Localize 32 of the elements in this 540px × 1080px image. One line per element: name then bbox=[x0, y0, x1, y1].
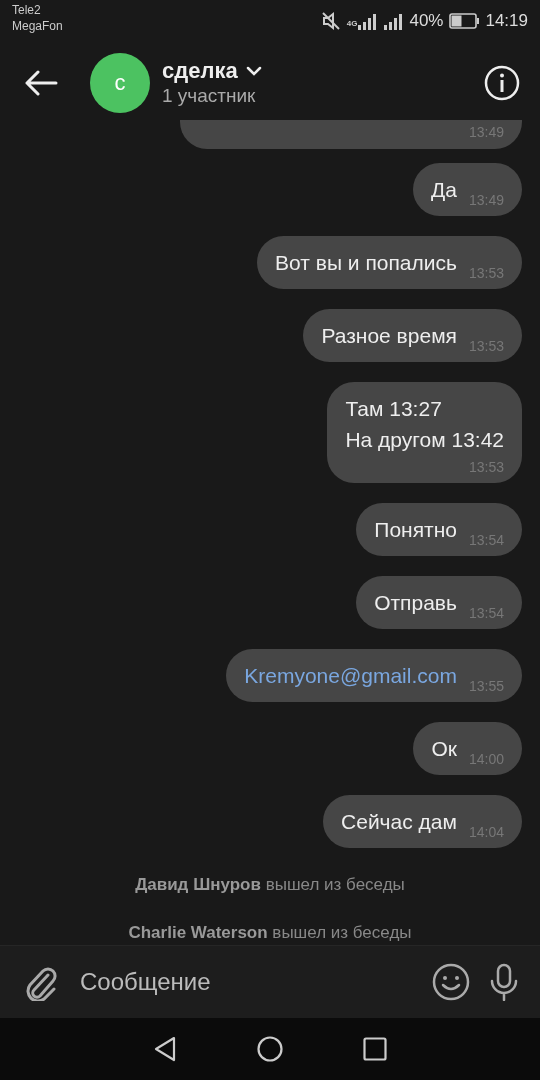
signal-icon bbox=[383, 11, 404, 30]
message-text: Понятно bbox=[374, 517, 457, 543]
mute-icon bbox=[320, 10, 341, 31]
message-input[interactable]: Сообщение bbox=[76, 964, 414, 1000]
message-text: Отправь bbox=[374, 590, 457, 616]
system-message: Давид Шнуров вышел из беседы bbox=[135, 874, 405, 896]
message-text: Да bbox=[431, 177, 457, 203]
back-icon[interactable] bbox=[153, 1036, 177, 1062]
network-label: 4G bbox=[346, 17, 358, 30]
battery-percent: 40% bbox=[409, 10, 444, 32]
emoji-icon[interactable] bbox=[432, 963, 470, 1001]
microphone-icon[interactable] bbox=[488, 963, 520, 1001]
system-message: Charlie Waterson вышел из беседы bbox=[128, 921, 412, 944]
avatar: с bbox=[90, 52, 150, 113]
message-text: Вот вы и попались bbox=[275, 250, 457, 276]
home-icon[interactable] bbox=[257, 1036, 283, 1062]
message-text: Там 13:27 На другом 13:42 bbox=[345, 396, 504, 453]
message-text: Сейчас дам bbox=[341, 809, 457, 835]
member-count: 1 участник bbox=[162, 83, 257, 108]
message-text: Разное время bbox=[321, 323, 457, 349]
clock: 14:19 bbox=[485, 10, 528, 32]
info-icon[interactable] bbox=[484, 64, 520, 101]
chevron-down-icon[interactable] bbox=[245, 65, 262, 76]
chat-title[interactable]: сделка bbox=[162, 57, 238, 84]
carrier-name: Tele2 bbox=[12, 2, 42, 18]
email-link[interactable]: Kremyone@gmail.com bbox=[244, 660, 457, 691]
signal-icon bbox=[357, 11, 378, 30]
carrier-name: MegaFon bbox=[12, 18, 63, 34]
message-composer[interactable]: Сообщение bbox=[0, 945, 540, 1018]
recents-icon[interactable] bbox=[363, 1037, 387, 1061]
message-text: Ок bbox=[431, 736, 457, 762]
battery-icon bbox=[449, 12, 480, 29]
